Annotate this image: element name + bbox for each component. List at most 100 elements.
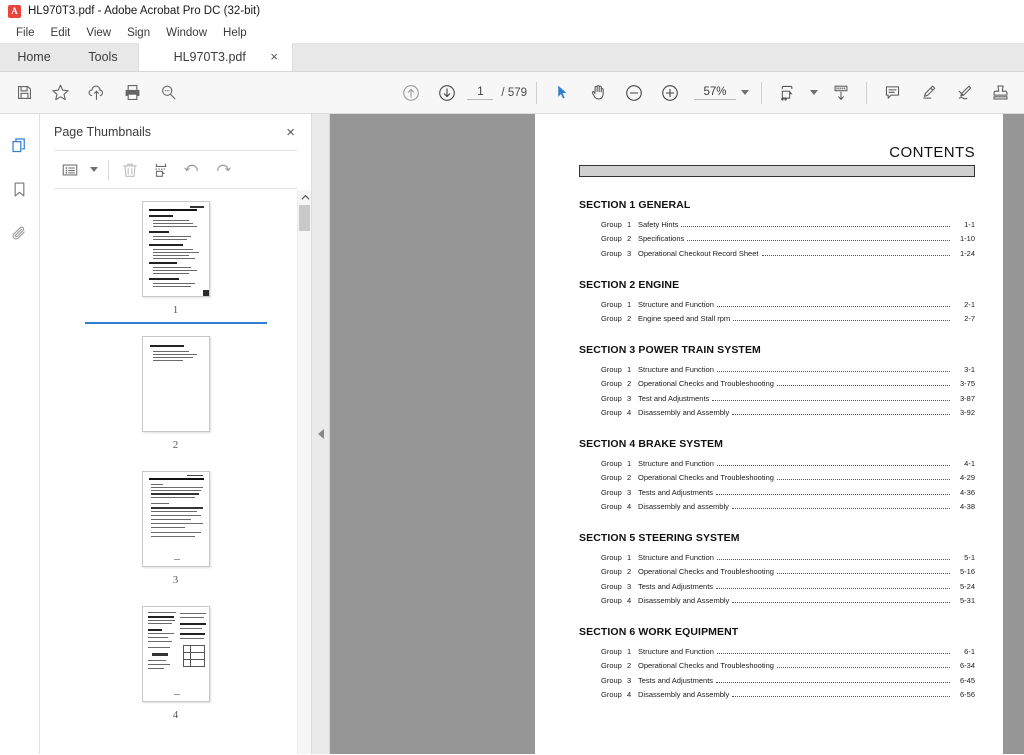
page-thumbnail-2[interactable] <box>141 336 210 432</box>
menu-sign[interactable]: Sign <box>119 25 158 41</box>
page-thumbnail-3[interactable] <box>141 471 210 567</box>
page-number-input[interactable] <box>467 85 494 100</box>
toc-entry-number: 3 <box>627 487 632 497</box>
toc-entry[interactable]: Group 2 Operational Checks and Troublesh… <box>601 661 975 672</box>
toc-entry[interactable]: Group 3 Test and Adjustments 3-87 <box>601 394 975 405</box>
toc-entry-title: Operational Checkout Record Sheet <box>638 248 759 258</box>
page-thumbnail-1[interactable] <box>141 201 210 297</box>
toc-entry[interactable]: Group 3 Tests and Adjustments 4-36 <box>601 488 975 499</box>
sidebar-item-page-thumbnails[interactable] <box>3 126 37 164</box>
tab-home[interactable]: Home <box>0 43 68 71</box>
leader-dots <box>732 696 950 697</box>
toc-entry[interactable]: Group 3 Operational Checkout Record Shee… <box>601 249 975 260</box>
next-page-button[interactable] <box>429 77 465 109</box>
highlight-text-button[interactable] <box>910 77 946 109</box>
workspace: Page Thumbnails × 1 2 3 4 CONTENTS SECTI… <box>0 114 1024 754</box>
toc-entry-group: Group <box>601 675 622 685</box>
thumbnail-options-dropdown[interactable] <box>85 157 103 183</box>
tab-tools[interactable]: Tools <box>68 43 138 71</box>
add-stamp-button[interactable] <box>982 77 1018 109</box>
toc-entry-number: 3 <box>627 675 632 685</box>
fill-and-sign-button[interactable] <box>946 77 982 109</box>
fit-page-width-button[interactable] <box>769 77 805 109</box>
save-button[interactable] <box>6 77 42 109</box>
viewer-canvas[interactable]: CONTENTS SECTION 1 GENERAL Group 1 Safet… <box>330 114 1024 754</box>
collapse-panel-button[interactable] <box>312 114 330 754</box>
page-thumbnail-4[interactable] <box>141 606 210 702</box>
delete-pages-button[interactable] <box>114 156 145 184</box>
extract-pages-button[interactable] <box>145 156 176 184</box>
rotate-clockwise-button[interactable] <box>207 156 238 184</box>
select-tool-button[interactable] <box>544 77 580 109</box>
toc-entry[interactable]: Group 1 Structure and Function 3-1 <box>601 365 975 376</box>
toc-entry[interactable]: Group 2 Operational Checks and Troublesh… <box>601 567 975 578</box>
fit-page-dropdown-button[interactable] <box>805 80 823 106</box>
toc-entry[interactable]: Group 3 Tests and Adjustments 5-24 <box>601 582 975 593</box>
hand-tool-button[interactable] <box>580 77 616 109</box>
toc-entry-title: Disassembly and Assembly <box>638 596 730 605</box>
upload-to-cloud-icon[interactable] <box>78 77 114 109</box>
rotate-counterclockwise-button[interactable] <box>176 156 207 184</box>
scroll-up-icon[interactable] <box>298 190 312 204</box>
sidebar-item-bookmarks[interactable] <box>3 170 37 208</box>
scrollbar-thumb[interactable] <box>299 205 310 231</box>
toc-entry[interactable]: Group 3 Tests and Adjustments 6-45 <box>601 676 975 687</box>
list-item[interactable]: 3 <box>40 471 311 586</box>
thumbnails-scrollbar[interactable] <box>297 190 311 754</box>
previous-page-button[interactable] <box>393 77 429 109</box>
toc-entry[interactable]: Group 4 Disassembly and Assembly 6-56 <box>601 690 975 701</box>
toc-entry-title: Structure and Function <box>638 458 714 468</box>
thumbnail-number: 4 <box>172 709 179 721</box>
toc-entry[interactable]: Group 1 Structure and Function 2-1 <box>601 300 975 311</box>
toc-entry-title: Test and Adjustments <box>638 393 710 403</box>
leader-dots <box>712 399 950 401</box>
toc-entry[interactable]: Group 4 Disassembly and assembly 4-38 <box>601 502 975 513</box>
list-item[interactable]: 1 <box>40 201 311 324</box>
leader-dots <box>776 667 950 669</box>
zoom-level-input[interactable] <box>694 85 736 100</box>
toc-entry[interactable]: Group 2 Specifications 1-10 <box>601 234 975 245</box>
star-icon[interactable] <box>42 77 78 109</box>
chevron-left-icon <box>317 429 324 439</box>
toc-section-heading: SECTION 2 ENGINE <box>579 278 680 291</box>
thumbnail-list[interactable]: 1 2 3 4 <box>40 189 311 754</box>
menu-help[interactable]: Help <box>215 25 255 41</box>
close-icon[interactable]: × <box>282 123 299 142</box>
zoom-dropdown-button[interactable] <box>736 80 754 106</box>
toc-section: SECTION 6 WORK EQUIPMENT Group 1 Structu… <box>579 626 975 701</box>
toc-entry-title: Structure and Function <box>638 299 714 309</box>
toc-entry-page: 5-31 <box>959 596 975 605</box>
title-bar: A HL970T3.pdf - Adobe Acrobat Pro DC (32… <box>0 0 1024 22</box>
print-button[interactable] <box>114 77 150 109</box>
tab-document[interactable]: HL970T3.pdf × <box>138 43 293 71</box>
scrolling-mode-button[interactable] <box>823 77 859 109</box>
menu-view[interactable]: View <box>78 25 119 41</box>
toc-entry[interactable]: Group 2 Operational Checks and Troublesh… <box>601 473 975 484</box>
menu-edit[interactable]: Edit <box>43 25 79 41</box>
add-comment-button[interactable] <box>874 77 910 109</box>
toc-entry[interactable]: Group 1 Structure and Function 5-1 <box>601 553 975 564</box>
search-icon[interactable] <box>150 77 186 109</box>
panel-title: Page Thumbnails <box>54 125 152 139</box>
toc-entry[interactable]: Group 4 Disassembly and Assembly 3-92 <box>601 408 975 419</box>
list-item[interactable]: 2 <box>40 336 311 451</box>
list-item[interactable]: 4 <box>40 606 311 721</box>
toc-entry[interactable]: Group 2 Engine speed and Stall rpm 2-7 <box>601 314 975 325</box>
menu-window[interactable]: Window <box>158 25 215 41</box>
toc-entry[interactable]: Group 1 Structure and Function 6-1 <box>601 647 975 658</box>
toc-entry[interactable]: Group 4 Disassembly and Assembly 5-31 <box>601 596 975 607</box>
zoom-out-button[interactable] <box>616 77 652 109</box>
sidebar-item-attachments[interactable] <box>3 214 37 252</box>
toc-entry-group: Group <box>601 393 622 403</box>
toc-entry-page: 5-16 <box>959 567 975 577</box>
zoom-in-button[interactable] <box>652 77 688 109</box>
menu-file[interactable]: File <box>8 25 43 41</box>
thumbnail-options-button[interactable] <box>54 156 85 184</box>
toc-entry[interactable]: Group 2 Operational Checks and Troublesh… <box>601 379 975 390</box>
toc-entry[interactable]: Group 1 Safety Hints 1-1 <box>601 220 975 231</box>
toc-entry[interactable]: Group 1 Structure and Function 4-1 <box>601 459 975 470</box>
toc-entry-number: 2 <box>627 567 632 577</box>
close-icon[interactable]: × <box>264 50 280 65</box>
toolbar-divider-1 <box>536 81 537 104</box>
